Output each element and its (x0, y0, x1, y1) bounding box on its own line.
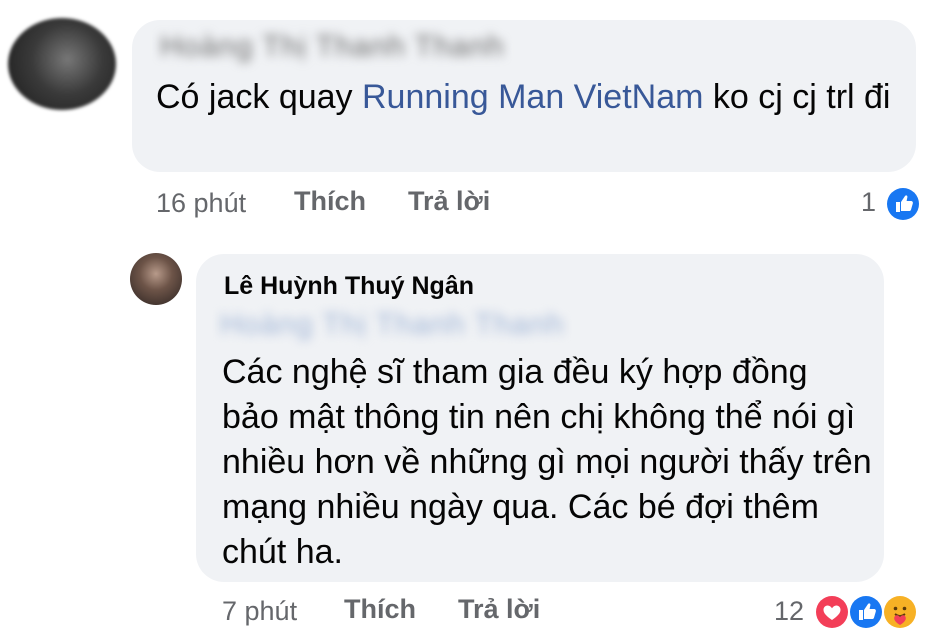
reply-reaction-count[interactable]: 12 (774, 596, 804, 627)
like-icon[interactable] (848, 594, 884, 630)
love-icon[interactable] (814, 594, 850, 630)
reply-text: Các nghệ sĩ tham gia đều ký hợp đồng bảo… (222, 353, 872, 571)
comment-thread: Hoàng Thị Thanh Thanh Có jack quay Runni… (0, 0, 947, 636)
comment-reply-button[interactable]: Trả lời (408, 186, 490, 217)
reply-author-name[interactable]: Lê Huỳnh Thuý Ngân (224, 272, 474, 301)
commenter-avatar[interactable] (8, 18, 116, 110)
comment-text: Có jack quay Running Man VietNam ko cj c… (156, 75, 896, 120)
comment-like-button[interactable]: Thích (294, 186, 366, 217)
reply-tagged-name-blurred[interactable]: Hoàng Thị Thanh Thanh (220, 308, 565, 342)
comment-reaction-count[interactable]: 1 (861, 187, 876, 218)
reply-reply-button[interactable]: Trả lời (458, 594, 540, 625)
reply-time[interactable]: 7 phút (222, 596, 297, 627)
like-icon[interactable] (885, 186, 921, 222)
commenter-name-blurred[interactable]: Hoàng Thị Thanh Thanh (160, 30, 505, 64)
comment-text-after: ko cj cj trl đi (703, 78, 891, 116)
comment-text-before: Có jack quay (156, 78, 362, 116)
care-icon[interactable] (882, 594, 918, 630)
comment-time[interactable]: 16 phút (156, 188, 246, 219)
reply-author-avatar[interactable] (130, 253, 182, 305)
mention-link[interactable]: Running Man VietNam (362, 78, 703, 116)
reply-like-button[interactable]: Thích (344, 594, 416, 625)
